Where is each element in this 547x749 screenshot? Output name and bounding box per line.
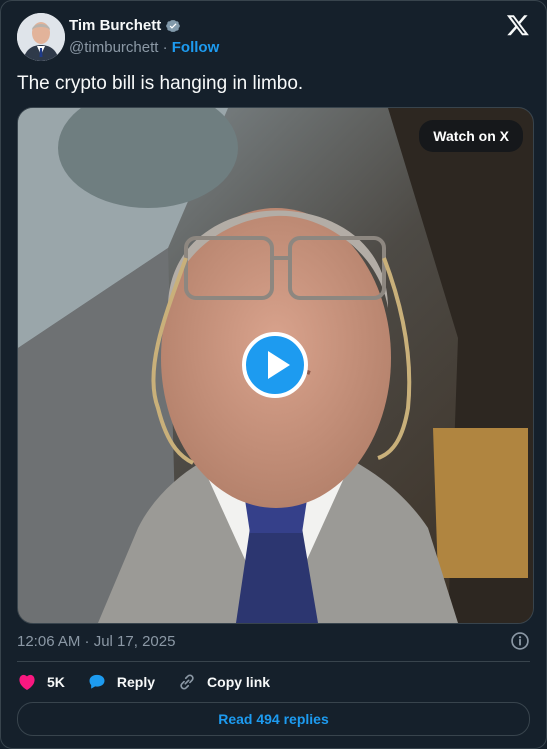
- x-logo-icon[interactable]: [506, 13, 530, 37]
- author-name-row: Tim Burchett: [69, 17, 181, 34]
- verified-badge-icon: [166, 19, 181, 32]
- copy-link-label: Copy link: [207, 674, 271, 690]
- author-name[interactable]: Tim Burchett: [69, 17, 161, 34]
- link-icon: [180, 674, 194, 690]
- tweet-timestamp[interactable]: 12:06 AM · Jul 17, 2025: [17, 633, 175, 650]
- like-count: 5K: [47, 674, 65, 690]
- heart-icon: [19, 674, 35, 690]
- author-handle-row: @timburchett · Follow: [69, 39, 219, 56]
- reply-bubble-icon: [89, 674, 105, 689]
- read-replies-button[interactable]: Read 494 replies: [17, 702, 530, 736]
- tweet-text: The crypto bill is hanging in limbo.: [17, 73, 304, 94]
- follow-button[interactable]: Follow: [172, 39, 220, 56]
- avatar[interactable]: [17, 13, 65, 61]
- reply-button[interactable]: Reply: [87, 672, 155, 692]
- author-handle[interactable]: @timburchett: [69, 39, 158, 56]
- info-icon[interactable]: [510, 631, 530, 651]
- tweet-header: Tim Burchett @timburchett · Follow: [17, 13, 530, 61]
- action-bar: 5K Reply Copy link: [17, 671, 270, 693]
- separator-dot: ·: [162, 39, 168, 56]
- tweet-embed-card: Tim Burchett @timburchett · Follow The c…: [0, 0, 547, 749]
- watch-on-x-button[interactable]: Watch on X: [419, 120, 523, 152]
- like-button[interactable]: 5K: [17, 672, 65, 692]
- reply-label: Reply: [116, 674, 156, 690]
- divider: [17, 661, 530, 662]
- video-media[interactable]: Watch on X: [17, 107, 534, 624]
- copy-link-button[interactable]: Copy link: [177, 672, 270, 692]
- play-button-icon[interactable]: [242, 332, 308, 398]
